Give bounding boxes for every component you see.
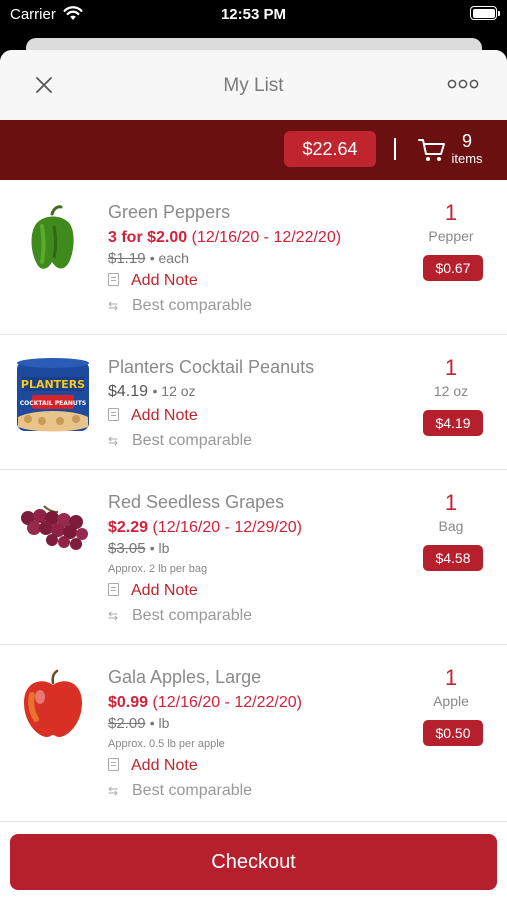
line-total-badge: $0.67	[423, 255, 483, 281]
apple-image	[24, 669, 82, 737]
approx-weight: Approx. 0.5 lb per apple	[108, 738, 225, 750]
price-unit: each	[158, 250, 189, 266]
best-comparable-label: Best comparable	[132, 782, 253, 799]
add-note-label: Add Note	[131, 272, 198, 289]
add-note-label: Add Note	[131, 757, 198, 774]
list-item[interactable]: Gala Apples, Large $0.99 (12/16/20 - 12/…	[0, 645, 507, 822]
green-pepper-image	[31, 205, 74, 269]
quantity-unit: Pepper	[428, 228, 474, 244]
battery-icon	[470, 6, 500, 20]
price-unit: lb	[158, 715, 170, 731]
best-comparable-label: Best comparable	[132, 607, 253, 624]
item-quantity[interactable]: 1	[421, 490, 481, 516]
peanuts-can-image: PLANTERS COCKTAIL PEANUTS	[17, 358, 89, 432]
add-note-button[interactable]: Add Note	[108, 582, 198, 600]
sale-price-value: $2.29	[108, 519, 149, 536]
list-summary-bar: $22.64 9 items	[0, 120, 507, 180]
sale-dates: (12/16/20 - 12/22/20)	[152, 694, 302, 711]
item-name: Planters Cocktail Peanuts	[108, 357, 315, 377]
note-icon	[108, 758, 119, 771]
sale-price-value: $0.99	[108, 694, 149, 711]
quantity-unit: 12 oz	[433, 383, 469, 399]
price-unit: 12 oz	[161, 383, 196, 399]
swap-icon: ⇆	[108, 609, 119, 623]
swap-icon: ⇆	[108, 299, 119, 313]
best-comparable-button[interactable]: ⇆ Best comparable	[108, 297, 252, 315]
regular-price: $4.19 • 12 oz	[108, 383, 196, 400]
list-item[interactable]: PLANTERS COCKTAIL PEANUTS Planters Cockt…	[0, 335, 507, 470]
original-price-value: $2.09	[108, 715, 146, 732]
sale-dates: (12/16/20 - 12/22/20)	[191, 229, 342, 246]
original-price: $3.05 • lb	[108, 540, 170, 557]
swap-icon: ⇆	[108, 784, 119, 798]
line-total-badge: $4.19	[423, 410, 483, 436]
line-total-badge: $0.50	[423, 720, 483, 746]
original-price-value: $1.19	[108, 250, 146, 267]
best-comparable-button[interactable]: ⇆ Best comparable	[108, 607, 252, 625]
cart-icon[interactable]	[418, 137, 446, 163]
checkout-button[interactable]: Checkout	[10, 834, 497, 890]
add-note-label: Add Note	[131, 407, 198, 424]
sale-price: $0.99 (12/16/20 - 12/22/20)	[108, 694, 302, 712]
item-quantity[interactable]: 1	[421, 355, 481, 381]
item-name: Green Peppers	[108, 202, 231, 222]
best-comparable-label: Best comparable	[132, 297, 253, 314]
clock: 12:53 PM	[220, 6, 287, 23]
list-item[interactable]: Green Peppers 3 for $2.00 (12/16/20 - 12…	[0, 180, 507, 335]
item-name: Gala Apples, Large	[108, 667, 262, 687]
add-note-button[interactable]: Add Note	[108, 407, 198, 425]
sale-dates: (12/16/20 - 12/29/20)	[152, 519, 302, 536]
add-note-button[interactable]: Add Note	[108, 757, 198, 775]
checkout-area: Checkout	[0, 822, 507, 900]
best-comparable-label: Best comparable	[132, 432, 253, 449]
nav-bar: My List	[0, 50, 507, 120]
grapes-image	[21, 505, 88, 550]
note-icon	[108, 273, 119, 286]
quantity-unit: Apple	[433, 693, 469, 709]
peanuts-product-text: COCKTAIL PEANUTS	[20, 400, 86, 407]
original-price: $2.09 • lb	[108, 715, 170, 732]
original-price-value: $3.05	[108, 540, 146, 557]
approx-weight: Approx. 2 lb per bag	[108, 563, 208, 575]
peanuts-logo-text: PLANTERS	[21, 378, 85, 391]
quantity-unit: Bag	[438, 518, 464, 534]
add-note-button[interactable]: Add Note	[108, 272, 198, 290]
item-name: Red Seedless Grapes	[108, 492, 285, 512]
note-icon	[108, 408, 119, 421]
summary-divider	[394, 138, 396, 160]
best-comparable-button[interactable]: ⇆ Best comparable	[108, 432, 252, 450]
note-icon	[108, 583, 119, 596]
item-quantity[interactable]: 1	[421, 665, 481, 691]
add-note-label: Add Note	[131, 582, 198, 599]
line-total-badge: $4.58	[423, 545, 483, 571]
sale-price-value: 3 for $2.00	[108, 229, 188, 246]
regular-price-value: $4.19	[108, 383, 149, 400]
list-total-badge: $22.64	[284, 131, 376, 167]
best-comparable-button[interactable]: ⇆ Best comparable	[108, 782, 252, 800]
item-count: 9	[461, 131, 472, 151]
more-options-icon[interactable]	[447, 74, 479, 94]
page-title: My List	[223, 75, 284, 96]
sale-price: 3 for $2.00 (12/16/20 - 12/22/20)	[108, 229, 341, 247]
sale-price: $2.29 (12/16/20 - 12/29/20)	[108, 519, 302, 537]
original-price: $1.19 • each	[108, 250, 189, 267]
list-item[interactable]: Red Seedless Grapes $2.29 (12/16/20 - 12…	[0, 470, 507, 645]
status-bar: Carrier 12:53 PM	[0, 0, 507, 32]
list-sheet: My List $22.64 9 items Green Peppers 3 f…	[0, 50, 507, 900]
swap-icon: ⇆	[108, 434, 119, 448]
item-count-label: items	[451, 151, 483, 166]
price-unit: lb	[158, 540, 170, 556]
item-quantity[interactable]: 1	[421, 200, 481, 226]
